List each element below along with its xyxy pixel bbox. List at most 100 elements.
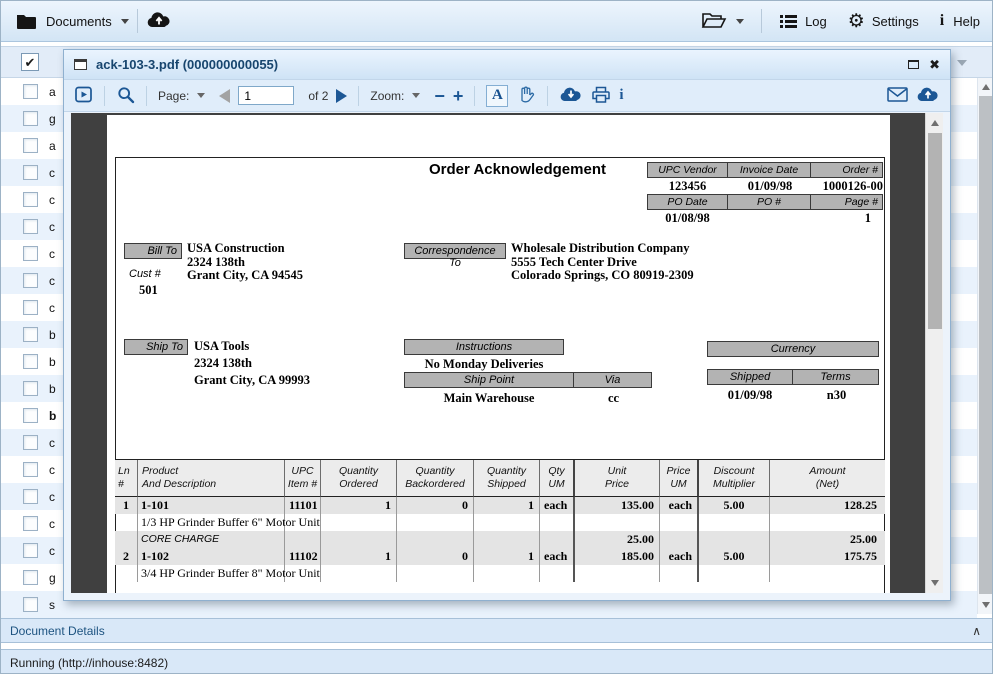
row-checkbox[interactable]: [23, 570, 38, 585]
pdf-viewport: Order Acknowledgement UPC Vendor Invoice…: [71, 113, 943, 593]
zoom-in-button[interactable]: +: [453, 87, 464, 105]
document-details-bar[interactable]: Document Details ∧: [1, 618, 993, 643]
items-header-cell: DiscountMultiplier: [699, 460, 770, 497]
settings-label: Settings: [872, 14, 919, 29]
row-checkbox[interactable]: [23, 327, 38, 342]
row-checkbox[interactable]: [23, 300, 38, 315]
zoom-out-button[interactable]: −: [434, 87, 445, 105]
info-header-cell: Page #: [810, 194, 883, 210]
collapse-chevron-icon[interactable]: ∧: [972, 624, 985, 638]
row-checkbox[interactable]: [23, 354, 38, 369]
document-info-button[interactable]: i: [619, 87, 623, 104]
toolbar-divider: [358, 86, 359, 106]
row-label: a: [49, 85, 56, 99]
row-checkbox[interactable]: [23, 84, 38, 99]
page-dropdown-icon[interactable]: [197, 93, 205, 98]
info-value-cell: 1: [812, 210, 885, 226]
bill-to-label: Bill To: [124, 243, 182, 259]
top-toolbar: Documents Log ⚙ Settings i Help: [1, 1, 993, 42]
via-label: Via: [573, 372, 652, 388]
row-checkbox[interactable]: [23, 489, 38, 504]
page-count-label: of 2: [308, 89, 328, 103]
toolbar-divider: [474, 86, 475, 106]
row-checkbox[interactable]: [23, 543, 38, 558]
info-value-cell: [728, 210, 812, 226]
text-select-button[interactable]: A: [486, 85, 508, 107]
row-checkbox[interactable]: [23, 246, 38, 261]
items-header-cell: UnitPrice: [575, 460, 660, 497]
toolbar-divider: [137, 9, 138, 33]
next-page-button[interactable]: [336, 89, 347, 103]
maximize-button[interactable]: [908, 60, 919, 69]
row-checkbox[interactable]: [23, 165, 38, 180]
row-checkbox[interactable]: [23, 381, 38, 396]
open-document-button[interactable]: [701, 10, 727, 32]
page-scrollbar-thumb[interactable]: [979, 96, 993, 594]
scroll-up-icon[interactable]: [931, 120, 939, 126]
dropdown-triangle-icon: [957, 60, 967, 66]
ship-point-label: Ship Point: [404, 372, 574, 388]
zoom-dropdown-icon[interactable]: [412, 93, 420, 98]
documents-menu[interactable]: Documents: [15, 11, 129, 31]
upload-button[interactable]: [146, 11, 172, 32]
viewer-window: ack-103-3.pdf (000000000055) ✖ Page: of …: [63, 49, 951, 601]
print-button[interactable]: [591, 85, 611, 107]
row-checkbox[interactable]: [23, 111, 38, 126]
thumbnail-panel-button[interactable]: [74, 85, 93, 107]
window-icon: [74, 59, 87, 70]
row-checkbox[interactable]: [23, 273, 38, 288]
items-header-cell: ProductAnd Description: [138, 460, 285, 497]
close-icon[interactable]: ✖: [929, 58, 940, 71]
page-label: Page:: [158, 89, 189, 103]
toolbar-divider: [547, 86, 548, 106]
page-number-input[interactable]: [238, 86, 294, 105]
items-header-cell: Amount(Net): [770, 460, 885, 497]
search-button[interactable]: [116, 85, 135, 107]
row-checkbox[interactable]: [23, 138, 38, 153]
pdf-scrollbar-thumb[interactable]: [928, 133, 942, 329]
row-label: b: [49, 355, 56, 369]
open-folder-icon: [701, 10, 727, 29]
row-checkbox[interactable]: [23, 192, 38, 207]
row-label: c: [49, 463, 55, 477]
select-all-checkbox[interactable]: ✔: [21, 53, 39, 71]
bill-to-address: USA Construction2324 138thGrant City, CA…: [187, 242, 303, 283]
shipped-terms-header: Shipped Terms: [707, 369, 879, 385]
help-button[interactable]: i Help: [940, 12, 980, 30]
scroll-down-icon[interactable]: [982, 602, 990, 608]
row-label: c: [49, 490, 55, 504]
row-checkbox[interactable]: [23, 516, 38, 531]
pan-button[interactable]: [516, 84, 536, 107]
info-value-cell: 01/09/98: [728, 178, 812, 194]
toolbar-divider: [146, 86, 147, 106]
cust-number-label: Cust #: [129, 268, 161, 280]
row-label: c: [49, 274, 55, 288]
row-checkbox[interactable]: [23, 597, 38, 612]
documents-label: Documents: [46, 14, 112, 29]
items-header-cell: QtyUM: [540, 460, 575, 497]
settings-button[interactable]: ⚙ Settings: [848, 12, 919, 31]
currency-label: Currency: [707, 341, 879, 357]
items-header-cell: PriceUM: [660, 460, 699, 497]
items-header-cell: UPCItem #: [285, 460, 321, 497]
row-checkbox[interactable]: [23, 219, 38, 234]
row-checkbox[interactable]: [23, 462, 38, 477]
open-document-chevron-icon[interactable]: [736, 19, 744, 24]
printer-icon: [591, 85, 611, 104]
list-header-dropdown[interactable]: [949, 50, 975, 76]
window-titlebar[interactable]: ack-103-3.pdf (000000000055) ✖: [64, 50, 950, 80]
scroll-up-icon[interactable]: [982, 84, 990, 90]
cust-number-value: 501: [139, 283, 158, 298]
info-value-cell: 01/08/98: [647, 210, 728, 226]
scroll-down-icon[interactable]: [931, 580, 939, 586]
log-button[interactable]: Log: [779, 13, 827, 30]
row-label: c: [49, 544, 55, 558]
download-button[interactable]: [559, 86, 583, 106]
previous-page-button[interactable]: [219, 89, 230, 103]
document-title: Order Acknowledgement: [429, 161, 606, 178]
log-label: Log: [805, 14, 827, 29]
row-checkbox[interactable]: [23, 408, 38, 423]
email-button[interactable]: [887, 87, 908, 105]
row-checkbox[interactable]: [23, 435, 38, 450]
window-upload-button[interactable]: [916, 86, 940, 106]
